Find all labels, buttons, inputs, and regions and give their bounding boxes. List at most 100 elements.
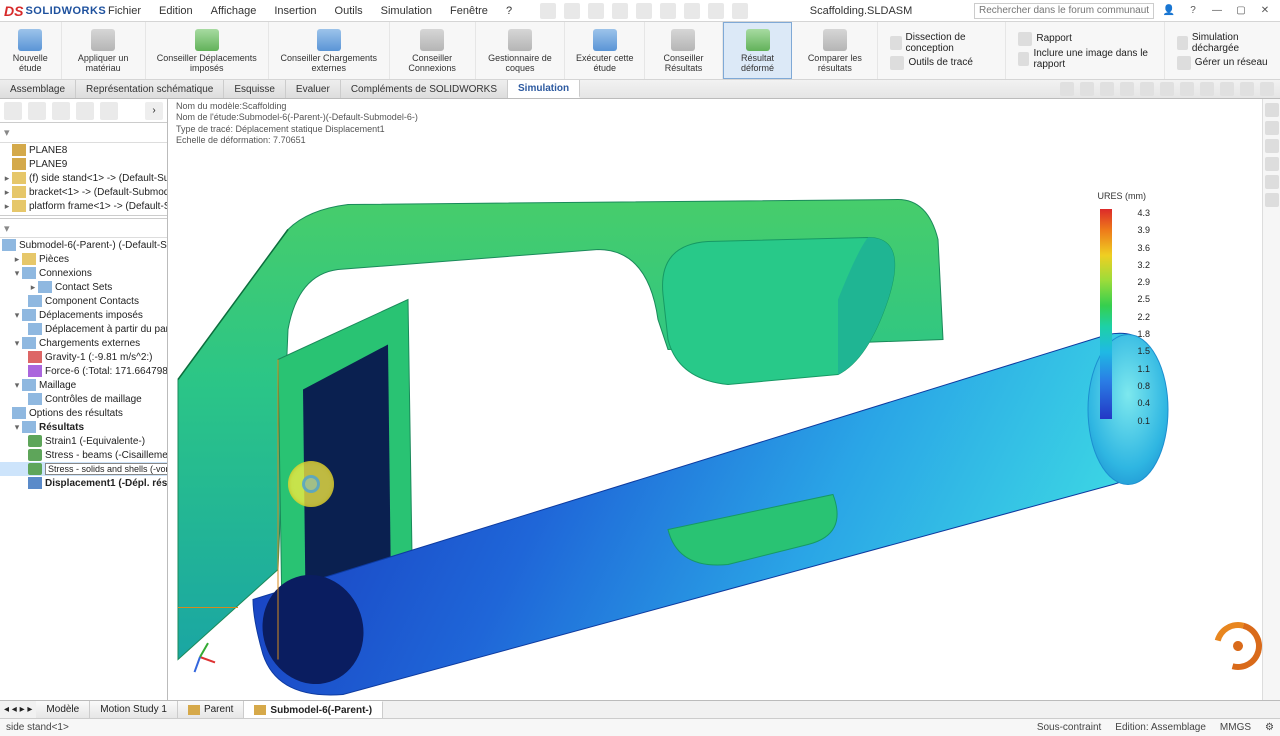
study-result-options[interactable]: Options des résultats bbox=[0, 406, 167, 420]
color-legend[interactable] bbox=[1096, 209, 1118, 419]
cmd-plot-tools[interactable]: Outils de tracé bbox=[886, 55, 997, 71]
minimize-icon[interactable]: — bbox=[1208, 4, 1226, 18]
study-parts[interactable]: ▸Pièces bbox=[0, 252, 167, 266]
study-filter[interactable]: ▾ bbox=[0, 218, 167, 238]
property-mgr-icon[interactable] bbox=[28, 102, 46, 120]
study-force[interactable]: Force-6 (:Total: 171.66479821 N:) bbox=[0, 364, 167, 378]
tab-addins[interactable]: Compléments de SOLIDWORKS bbox=[341, 80, 508, 98]
fm-tree-icon[interactable] bbox=[4, 102, 22, 120]
open-icon[interactable] bbox=[588, 3, 604, 19]
cmd-results-advisor[interactable]: Conseiller Résultats bbox=[645, 22, 723, 79]
tree-component[interactable]: ▸bracket<1> -> (Default-Submodel- bbox=[0, 185, 167, 199]
display-mgr-icon[interactable] bbox=[100, 102, 118, 120]
menu-tools[interactable]: Outils bbox=[327, 3, 371, 19]
tab-schematic[interactable]: Représentation schématique bbox=[76, 80, 224, 98]
study-mesh[interactable]: ▾Maillage bbox=[0, 378, 167, 392]
config-mgr-icon[interactable] bbox=[52, 102, 70, 120]
view-palette-icon[interactable] bbox=[1265, 157, 1279, 171]
expand-panel-icon[interactable]: › bbox=[145, 102, 163, 120]
study-component-contacts[interactable]: Component Contacts bbox=[0, 294, 167, 308]
select-icon[interactable] bbox=[684, 3, 700, 19]
prev-view-icon[interactable] bbox=[1100, 82, 1114, 96]
menu-edit[interactable]: Edition bbox=[151, 3, 201, 19]
cmd-design-insight[interactable]: Dissection de conception bbox=[886, 31, 997, 55]
study-root[interactable]: Submodel-6(-Parent-) (-Default-Submode bbox=[0, 238, 167, 252]
render-icon[interactable] bbox=[1260, 82, 1274, 96]
study-connections[interactable]: ▾Connexions bbox=[0, 266, 167, 280]
help-icon[interactable]: ? bbox=[1184, 4, 1202, 18]
cmd-shell-mgr[interactable]: Gestionnaire de coques bbox=[476, 22, 566, 79]
tab-sketch[interactable]: Esquisse bbox=[224, 80, 286, 98]
cmd-compare-results[interactable]: Comparer les résultats bbox=[792, 22, 878, 79]
search-input[interactable] bbox=[974, 3, 1154, 19]
cmd-report[interactable]: Rapport bbox=[1014, 31, 1155, 47]
study-mesh-ctrl[interactable]: Contrôles de maillage bbox=[0, 392, 167, 406]
tab-simulation[interactable]: Simulation bbox=[508, 80, 580, 98]
save-icon[interactable] bbox=[612, 3, 628, 19]
triad[interactable] bbox=[188, 644, 220, 676]
tab-nav-controls[interactable]: ◂ ◂ ▸ ▸ bbox=[0, 701, 36, 718]
tab-parent-study[interactable]: Parent bbox=[178, 701, 244, 718]
result-strain[interactable]: Strain1 (-Equivalente-) bbox=[0, 434, 167, 448]
options-icon[interactable] bbox=[732, 3, 748, 19]
zoom-fit-icon[interactable] bbox=[1060, 82, 1074, 96]
display-style-icon[interactable] bbox=[1160, 82, 1174, 96]
result-stress-solids-tooltip[interactable]: Stress - solids and shells (-vonMises-) bbox=[0, 462, 167, 476]
study-contact-sets[interactable]: ▸Contact Sets bbox=[0, 280, 167, 294]
dimxpert-icon[interactable] bbox=[76, 102, 94, 120]
file-explorer-icon[interactable] bbox=[1265, 139, 1279, 153]
cmd-connections[interactable]: Conseiller Connexions bbox=[390, 22, 476, 79]
custom-props-icon[interactable] bbox=[1265, 193, 1279, 207]
tab-assemblage[interactable]: Assemblage bbox=[0, 80, 76, 98]
menu-file[interactable]: Fichier bbox=[100, 3, 149, 19]
study-results[interactable]: ▾Résultats bbox=[0, 420, 167, 434]
view-settings-icon[interactable] bbox=[1240, 82, 1254, 96]
tab-submodel-study[interactable]: Submodel-6(-Parent-) bbox=[244, 701, 383, 718]
menu-insert[interactable]: Insertion bbox=[266, 3, 324, 19]
tree-plane[interactable]: PLANE9 bbox=[0, 157, 167, 171]
appearances-icon[interactable] bbox=[1265, 175, 1279, 189]
study-gravity[interactable]: Gravity-1 (:-9.81 m/s^2:) bbox=[0, 350, 167, 364]
status-units[interactable]: MMGS bbox=[1220, 722, 1251, 733]
maximize-icon[interactable]: ▢ bbox=[1232, 4, 1250, 18]
cmd-fixtures[interactable]: Conseiller Déplacements imposés bbox=[146, 22, 269, 79]
study-fixture-parent[interactable]: Déplacement à partir du parent(-F bbox=[0, 322, 167, 336]
cmd-manage-network[interactable]: Gérer un réseau bbox=[1173, 55, 1272, 71]
cmd-deformed-result[interactable]: Résultat déformé bbox=[723, 22, 792, 79]
hide-show-icon[interactable] bbox=[1180, 82, 1194, 96]
status-settings-icon[interactable]: ⚙ bbox=[1265, 722, 1274, 733]
fm-filter[interactable]: ▾ bbox=[0, 123, 167, 143]
undo-icon[interactable] bbox=[660, 3, 676, 19]
new-icon[interactable] bbox=[564, 3, 580, 19]
graphics-area[interactable]: Nom du modèle:Scaffolding Nom de l'étude… bbox=[168, 99, 1280, 700]
menu-window[interactable]: Fenêtre bbox=[442, 3, 496, 19]
tree-component[interactable]: ▸(f) side stand<1> -> (Default-Subm bbox=[0, 171, 167, 185]
section-icon[interactable] bbox=[1120, 82, 1134, 96]
cmd-include-image[interactable]: Inclure une image dans le rapport bbox=[1014, 47, 1155, 71]
tab-evaluate[interactable]: Evaluer bbox=[286, 80, 341, 98]
menu-view[interactable]: Affichage bbox=[203, 3, 265, 19]
cmd-run-study[interactable]: Exécuter cette étude bbox=[565, 22, 645, 79]
zoom-area-icon[interactable] bbox=[1080, 82, 1094, 96]
cmd-new-study[interactable]: Nouvelle étude bbox=[0, 22, 62, 79]
rebuild-icon[interactable] bbox=[708, 3, 724, 19]
tab-model[interactable]: Modèle bbox=[36, 701, 90, 718]
result-stress-beams[interactable]: Stress - beams (-Cisaillement suiv bbox=[0, 448, 167, 462]
tree-plane[interactable]: PLANE8 bbox=[0, 143, 167, 157]
appearance-icon[interactable] bbox=[1200, 82, 1214, 96]
home-icon[interactable] bbox=[540, 3, 556, 19]
sw-resources-icon[interactable] bbox=[1265, 103, 1279, 117]
menu-simulation[interactable]: Simulation bbox=[373, 3, 440, 19]
design-library-icon[interactable] bbox=[1265, 121, 1279, 135]
cmd-offloaded-sim[interactable]: Simulation déchargée bbox=[1173, 31, 1272, 55]
split-bar[interactable] bbox=[0, 215, 167, 216]
study-external-loads[interactable]: ▾Chargements externes bbox=[0, 336, 167, 350]
close-icon[interactable]: ✕ bbox=[1256, 4, 1274, 18]
view-orient-icon[interactable] bbox=[1140, 82, 1154, 96]
menu-help[interactable]: ? bbox=[498, 3, 520, 19]
scene-icon[interactable] bbox=[1220, 82, 1234, 96]
cmd-material[interactable]: Appliquer un matériau bbox=[62, 22, 146, 79]
study-fixtures[interactable]: ▾Déplacements imposés bbox=[0, 308, 167, 322]
tab-motion-study[interactable]: Motion Study 1 bbox=[90, 701, 178, 718]
result-displacement[interactable]: Displacement1 (-Dépl. résultant bbox=[0, 476, 167, 490]
